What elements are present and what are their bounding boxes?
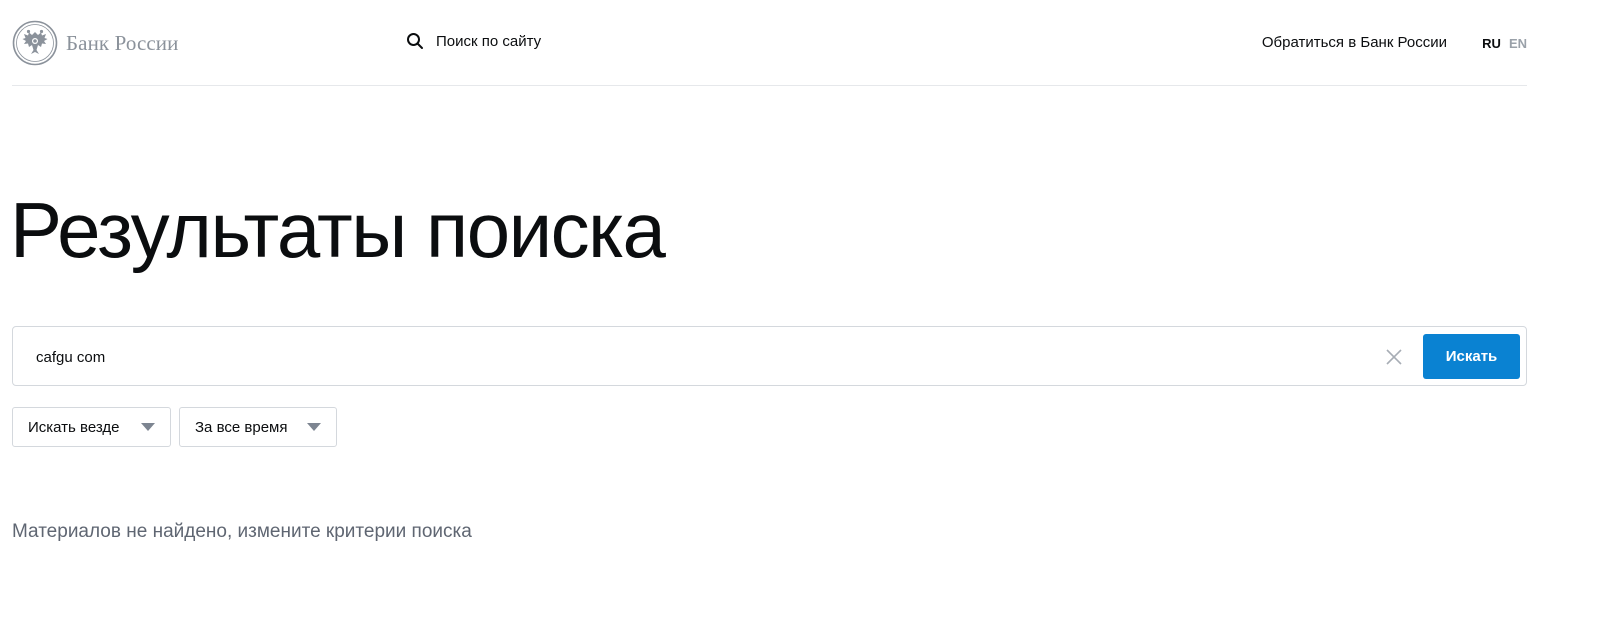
filter-period-select[interactable]: За все время xyxy=(179,407,337,447)
filter-where-value: Искать везде xyxy=(28,418,120,436)
language-ru[interactable]: RU xyxy=(1482,36,1501,51)
contact-bank-link[interactable]: Обратиться в Банк России xyxy=(1262,34,1447,51)
search-box: Искать xyxy=(12,326,1527,386)
logo-text: Банк России xyxy=(66,30,179,55)
header-search-label: Поиск по сайту xyxy=(436,32,542,50)
no-results-message: Материалов не найдено, измените критерии… xyxy=(12,521,472,542)
close-icon xyxy=(1386,349,1402,365)
site-header: Банк России Поиск по сайту Обратиться в … xyxy=(12,0,1527,86)
language-en[interactable]: EN xyxy=(1509,36,1527,51)
page-title: Результаты поиска xyxy=(10,186,666,274)
chevron-down-icon xyxy=(141,423,155,431)
search-filters: Искать везде За все время xyxy=(12,407,337,447)
filter-where-select[interactable]: Искать везде xyxy=(12,407,171,447)
eagle-emblem-icon xyxy=(12,20,58,66)
filter-period-value: За все время xyxy=(195,418,288,436)
site-logo[interactable]: Банк России xyxy=(12,20,178,66)
clear-search-button[interactable] xyxy=(1383,346,1405,368)
language-switcher: RU EN xyxy=(1482,36,1527,51)
search-submit-button[interactable]: Искать xyxy=(1423,334,1520,379)
header-search-link[interactable]: Поиск по сайту xyxy=(406,32,541,50)
chevron-down-icon xyxy=(307,423,321,431)
search-input[interactable] xyxy=(34,344,1334,370)
search-icon xyxy=(407,33,423,49)
